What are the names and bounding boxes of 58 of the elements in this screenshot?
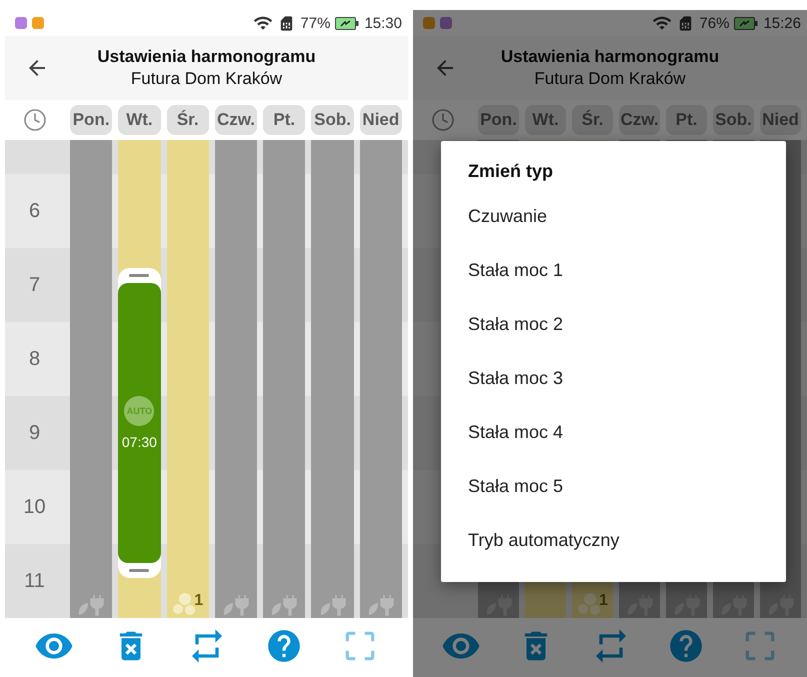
dialog-option[interactable]: Tryb automatyczny [441, 513, 786, 567]
schedule-block[interactable]: AUTO 07:30 [118, 268, 161, 578]
day-column[interactable] [360, 140, 402, 618]
battery-charging-icon [335, 16, 360, 30]
dialog-option[interactable]: Stała moc 3 [441, 351, 786, 405]
day-column[interactable] [214, 140, 258, 618]
hour-label: 7 [28, 274, 42, 296]
help-icon[interactable] [667, 627, 705, 665]
clock-icon [22, 108, 46, 132]
clock-icon [430, 108, 454, 132]
day-tab[interactable]: Pon. [70, 105, 112, 135]
fan-icon [172, 592, 196, 616]
leaf-plug-icon [76, 594, 106, 616]
fan-level: 1 [599, 592, 608, 610]
day-tab[interactable]: Nied [760, 105, 801, 135]
day-tab[interactable]: Czw. [214, 105, 258, 135]
hour-label: 9 [28, 422, 42, 444]
screen-title: Ustawienia harmonogramu [500, 47, 720, 67]
day-tab[interactable]: Wt. [118, 105, 161, 135]
screen-title: Ustawienia harmonogramu [97, 47, 316, 67]
day-tab[interactable]: Czw. [619, 105, 660, 135]
day-tab[interactable]: Nied [360, 105, 402, 135]
battery-percent: 76% [699, 14, 730, 32]
drag-handle[interactable] [129, 569, 150, 572]
clock-time: 15:26 [763, 14, 801, 32]
fan-level: 1 [194, 592, 204, 610]
day-tab[interactable]: Śr. [166, 105, 209, 135]
day-column[interactable]: 1 [166, 140, 209, 618]
hour-label: 11 [23, 570, 46, 592]
hour-label: 6 [28, 200, 42, 222]
fan-icon [577, 592, 602, 616]
day-tab[interactable]: Pt. [263, 105, 306, 135]
leaf-plug-icon [269, 594, 300, 616]
day-tab[interactable]: Śr. [572, 105, 613, 135]
dialog-option[interactable]: Stała moc 1 [441, 243, 786, 297]
dialog-option[interactable]: Czuwanie [441, 189, 786, 243]
auto-badge: AUTO [124, 396, 154, 426]
battery-percent: 77% [300, 14, 330, 32]
dialog-option[interactable]: Stała moc 5 [441, 459, 786, 513]
day-tab[interactable]: Sob. [713, 105, 754, 135]
hour-label: 8 [28, 348, 42, 370]
day-tab[interactable]: Pon. [478, 105, 519, 135]
drag-handle[interactable] [129, 274, 150, 277]
dialog-title: Zmień typ [467, 161, 554, 183]
day-column[interactable]: AUTO 07:30 [118, 140, 161, 618]
screen-subtitle: Futura Dom Kraków [534, 69, 686, 89]
day-tab[interactable]: Sob. [311, 105, 354, 135]
dialog-option[interactable]: Stała moc 2 [441, 297, 786, 351]
day-column[interactable] [70, 140, 112, 618]
battery-charging-icon [734, 16, 758, 30]
hour-label: 10 [22, 496, 47, 518]
day-column[interactable] [263, 140, 306, 618]
day-tab[interactable]: Pt. [666, 105, 707, 135]
day-tab[interactable]: Wt. [525, 105, 566, 135]
dialog-option[interactable]: Stała moc 4 [441, 405, 786, 459]
screen-subtitle: Futura Dom Kraków [130, 69, 282, 89]
clock-time: 15:30 [364, 14, 402, 32]
block-time: 07:30 [122, 434, 157, 450]
